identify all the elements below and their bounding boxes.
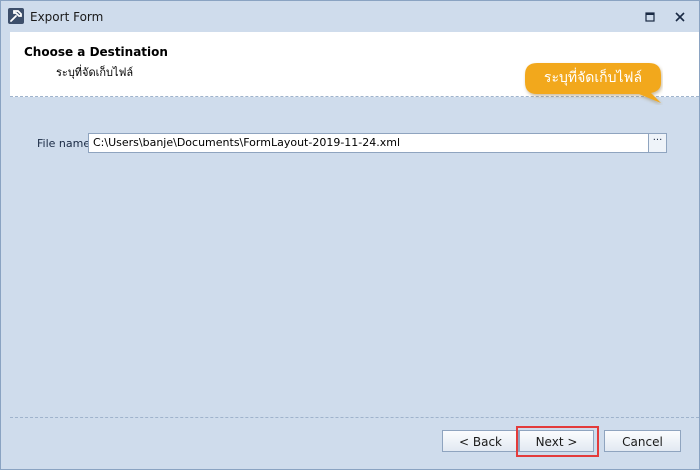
footer-divider [10,417,699,418]
title-bar[interactable]: Export Form [1,1,699,32]
callout-text: ระบุที่จัดเก็บไฟล์ [543,70,643,86]
file-name-input[interactable]: C:\Users\banje\Documents\FormLayout-2019… [88,133,654,153]
restore-icon[interactable] [643,10,657,24]
close-icon[interactable] [673,10,687,24]
app-tool-icon [8,8,24,24]
page-title: Choose a Destination [24,45,168,59]
page-subtitle: ระบุที่จัดเก็บไฟล์ [56,66,134,79]
window-title: Export Form [30,10,104,24]
back-button[interactable]: < Back [442,430,519,452]
file-name-label: File name [37,137,91,150]
cancel-button[interactable]: Cancel [604,430,681,452]
export-form-window: Export Form Choose a Destination ระบุที่… [0,0,700,470]
next-button-highlight [516,426,599,457]
browse-button[interactable]: ··· [648,133,667,153]
